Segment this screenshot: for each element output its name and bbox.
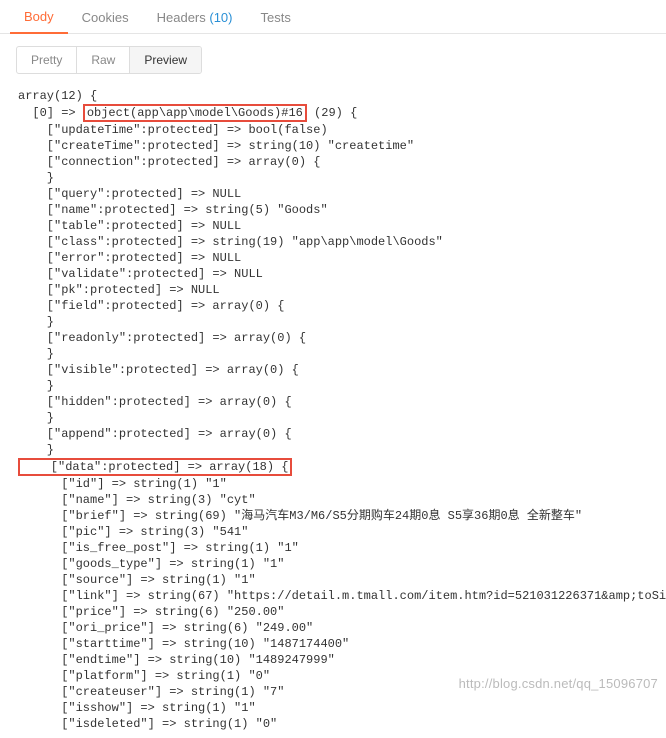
subtab-raw[interactable]: Raw [77, 47, 130, 73]
highlight-data-array: ["data":protected] => array(18) { [18, 458, 292, 476]
response-dump: array(12) { [0] => object(app\app\model\… [0, 74, 666, 738]
subtab-preview[interactable]: Preview [130, 47, 201, 73]
watermark: http://blog.csdn.net/qq_15096707 [459, 676, 658, 691]
tab-cookies[interactable]: Cookies [68, 2, 143, 33]
view-mode-toggle: Pretty Raw Preview [16, 46, 202, 74]
tab-body[interactable]: Body [10, 1, 68, 34]
highlight-object: object(app\app\model\Goods)#16 [83, 104, 307, 122]
tab-headers[interactable]: Headers (10) [143, 2, 247, 33]
tab-headers-label: Headers [157, 10, 206, 25]
subtab-pretty[interactable]: Pretty [17, 47, 77, 73]
tab-tests[interactable]: Tests [247, 2, 305, 33]
response-tabs: Body Cookies Headers (10) Tests [0, 0, 666, 34]
tab-headers-count: (10) [209, 10, 232, 25]
